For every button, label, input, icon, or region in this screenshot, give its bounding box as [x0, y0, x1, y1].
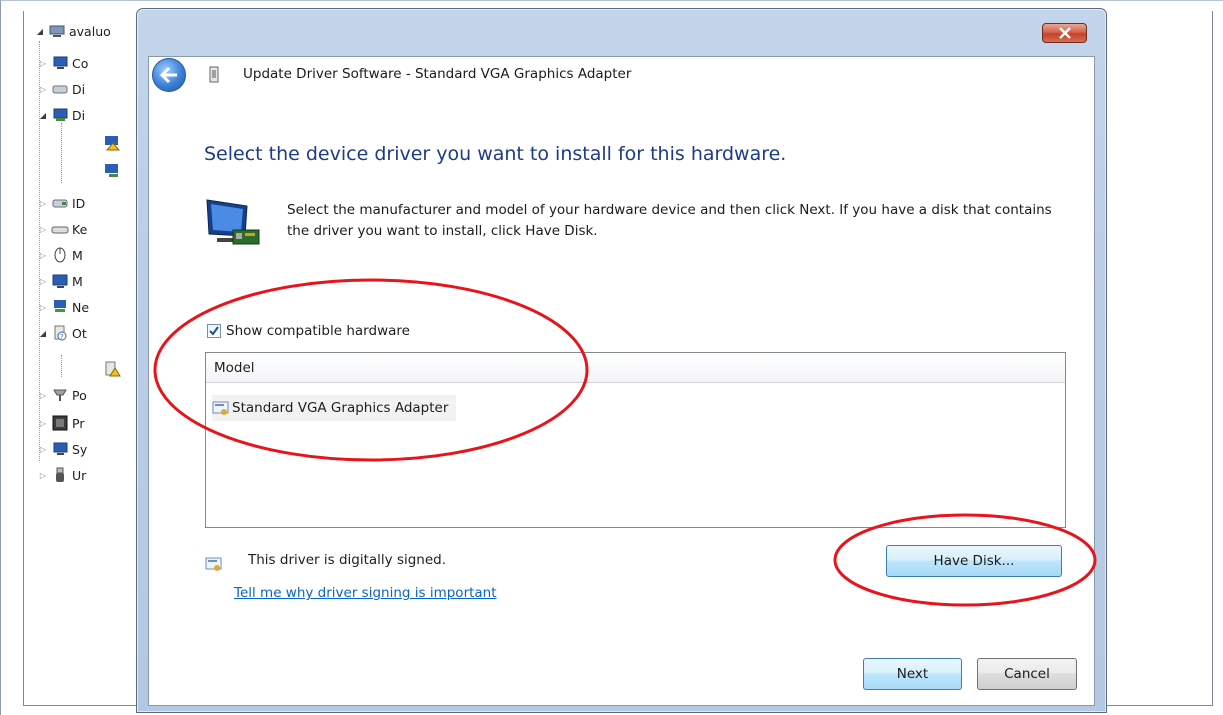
tree-guide-line: [61, 355, 62, 377]
computer-icon: [51, 55, 69, 71]
tree-item-keyboards[interactable]: ▷ Ke: [37, 219, 87, 239]
expand-arrow-icon[interactable]: ▷: [37, 419, 49, 428]
mouse-icon: [51, 247, 69, 263]
driver-signing-help-link[interactable]: Tell me why driver signing is important: [234, 585, 497, 601]
tree-item-monitors[interactable]: ▷ M: [37, 271, 83, 291]
close-icon: [1058, 27, 1071, 39]
tree-item-other-devices[interactable]: ◢ ? Ot: [37, 323, 87, 343]
tree-item-network-adapters[interactable]: ▷ Ne: [37, 297, 89, 317]
processor-icon: [51, 415, 69, 431]
signed-driver-icon: [205, 556, 223, 572]
tree-item-label: Ot: [72, 325, 87, 341]
usb-icon: [51, 467, 69, 483]
tree-item-computer[interactable]: ▷ Co: [37, 53, 88, 73]
tree-item-label: M: [72, 273, 83, 289]
close-button[interactable]: [1042, 23, 1087, 43]
signed-status-text: This driver is digitally signed.: [248, 552, 447, 568]
monitor-icon: [51, 273, 69, 289]
back-arrow-icon: [159, 66, 177, 84]
model-list[interactable]: Model Standard VGA Graphics Adapter: [205, 352, 1066, 528]
expand-arrow-icon[interactable]: ▷: [37, 59, 49, 68]
computer-icon: [48, 23, 66, 39]
network-adapter-icon: [51, 299, 69, 315]
hardware-icon: [208, 66, 220, 84]
tree-item-processors[interactable]: ▷ Pr: [37, 413, 84, 433]
tree-item-other-child[interactable]: [101, 359, 124, 379]
tree-item-ports[interactable]: ▷ Po: [37, 385, 87, 405]
tree-item-label: Pr: [72, 415, 85, 431]
dialog-title: Update Driver Software - Standard VGA Gr…: [243, 66, 632, 82]
collapse-arrow-icon[interactable]: ◢: [34, 27, 46, 36]
instructions-text: Select the manufacturer and model of you…: [287, 202, 1052, 239]
expand-arrow-icon[interactable]: ▷: [37, 251, 49, 260]
tree-item-label: ID: [72, 195, 86, 211]
page-heading: Select the device driver you want to ins…: [204, 143, 787, 165]
display-adapter-icon: [203, 196, 261, 250]
tree-item-label: Co: [72, 55, 89, 71]
tree-item-label: Di: [72, 81, 86, 97]
expand-arrow-icon[interactable]: ▷: [37, 85, 49, 94]
show-compatible-label: Show compatible hardware: [226, 323, 410, 339]
display-device-icon: [103, 163, 121, 179]
tree-item-system-devices[interactable]: ▷ Sy: [37, 439, 87, 459]
tree-item-ide[interactable]: ▷ ID: [37, 193, 85, 213]
tree-item-display-adapters[interactable]: ◢ Di: [37, 105, 85, 125]
tree-item-disk-drives[interactable]: ▷ Di: [37, 79, 85, 99]
expand-arrow-icon[interactable]: ▷: [37, 303, 49, 312]
expand-arrow-icon[interactable]: ▷: [37, 445, 49, 454]
other-devices-icon: ?: [51, 325, 69, 341]
expand-arrow-icon[interactable]: ▷: [37, 391, 49, 400]
display-adapter-icon: [51, 107, 69, 123]
checkmark-icon: [209, 326, 219, 336]
model-list-item[interactable]: Standard VGA Graphics Adapter: [212, 395, 457, 421]
expand-arrow-icon[interactable]: ▷: [37, 277, 49, 286]
tree-item-display-child[interactable]: [101, 133, 124, 153]
tree-item-mice[interactable]: ▷ M: [37, 245, 83, 265]
warning-device-icon: [103, 361, 121, 377]
disk-drive-icon: [51, 81, 69, 97]
show-compatible-checkbox[interactable]: [207, 324, 221, 338]
show-compatible-hardware-option[interactable]: Show compatible hardware: [207, 323, 410, 339]
svg-text:?: ?: [60, 333, 64, 341]
tree-item-label: Ne: [72, 299, 90, 315]
expand-arrow-icon[interactable]: ▷: [37, 471, 49, 480]
tree-item-display-child[interactable]: [101, 161, 124, 181]
keyboard-icon: [51, 221, 69, 237]
tree-item-label: M: [72, 247, 83, 263]
system-devices-icon: [51, 441, 69, 457]
tree-item-label: Sy: [72, 441, 88, 457]
model-name: Standard VGA Graphics Adapter: [232, 400, 449, 416]
expand-arrow-icon[interactable]: ▷: [37, 225, 49, 234]
next-button[interactable]: Next: [863, 658, 962, 690]
model-column-header[interactable]: Model: [206, 353, 1065, 383]
expand-arrow-icon[interactable]: ▷: [37, 199, 49, 208]
tree-item-usb[interactable]: ▷ Ur: [37, 465, 86, 485]
tree-item-label: Po: [72, 387, 87, 403]
ports-icon: [51, 387, 69, 403]
tree-item-label: Di: [72, 107, 86, 123]
tree-item-label: Ur: [72, 467, 87, 483]
certified-driver-icon: [212, 400, 230, 416]
tree-root-node[interactable]: ◢ avaluo: [34, 21, 111, 41]
back-button[interactable]: [152, 58, 186, 92]
warning-display-icon: [103, 135, 121, 151]
ide-controller-icon: [51, 195, 69, 211]
collapse-arrow-icon[interactable]: ◢: [37, 111, 49, 120]
cancel-button[interactable]: Cancel: [977, 658, 1077, 690]
tree-root-label: avaluo: [69, 23, 111, 39]
collapse-arrow-icon[interactable]: ◢: [37, 329, 49, 338]
tree-item-label: Ke: [72, 221, 88, 237]
tree-guide-line: [61, 123, 62, 183]
have-disk-button[interactable]: Have Disk...: [886, 545, 1062, 577]
